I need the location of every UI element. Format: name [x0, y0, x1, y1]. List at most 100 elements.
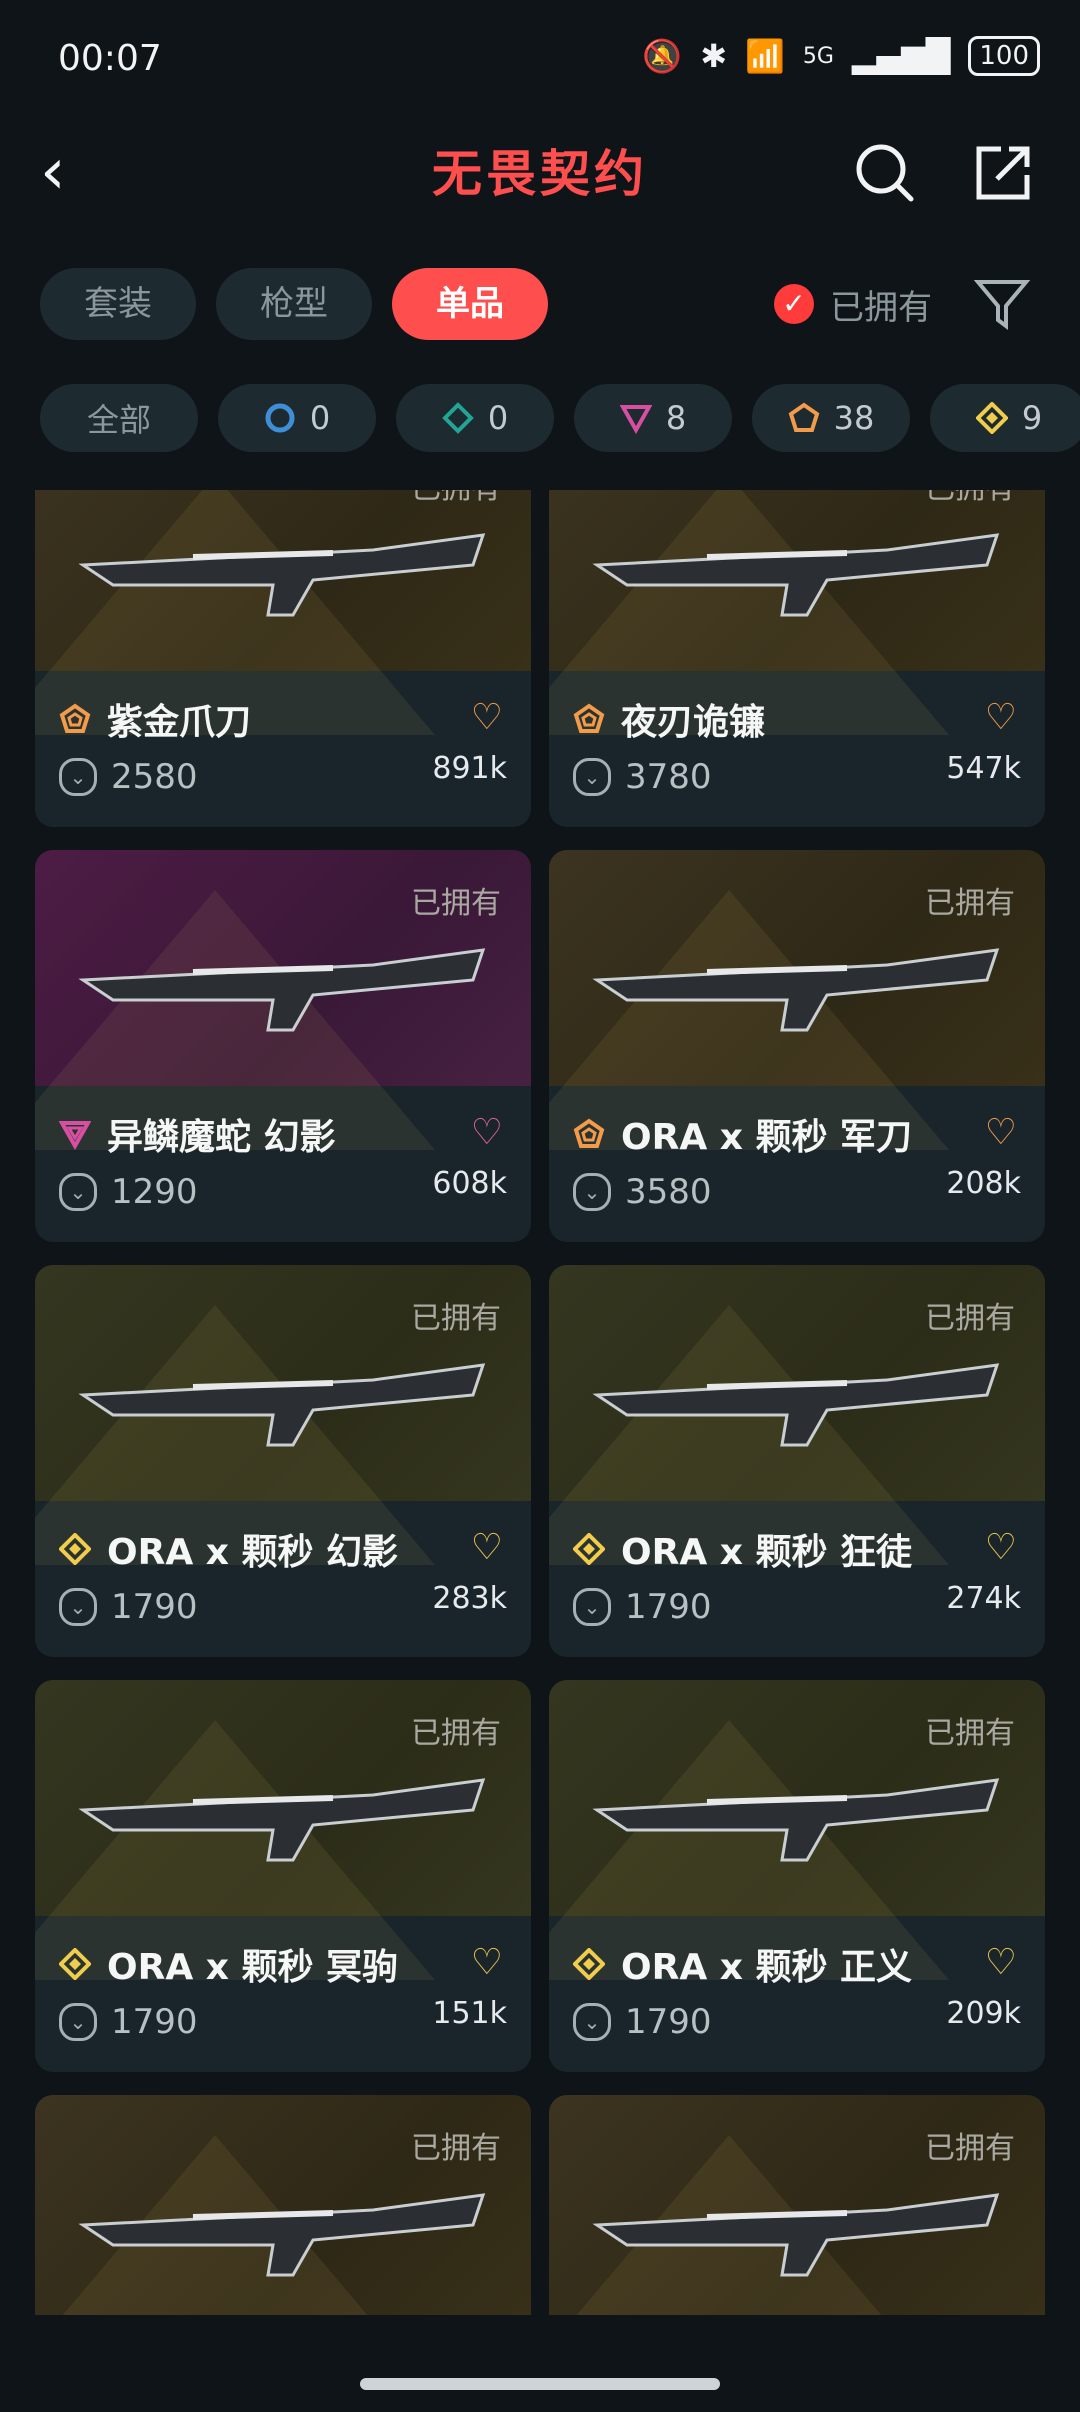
weapon-silhouette-icon [78, 533, 486, 617]
chip-deluxe[interactable]: 0 [396, 384, 554, 452]
chip-all-label: 全部 [86, 401, 151, 439]
skin-price: 1790 [111, 1587, 198, 1627]
skin-card[interactable]: 已拥有 ORA x 颗秒 狂徒 ♡ ⌄ 1790 274k [549, 1265, 1045, 1657]
skin-card[interactable]: 已拥有 ORA x 颗秒 幻影 ♡ ⌄ 1790 283k [35, 1265, 531, 1657]
price-row: ⌄ 2580 [59, 757, 198, 797]
skin-name: 夜刃诡镰 [621, 702, 766, 743]
owned-tag: 已拥有 [925, 490, 1015, 507]
chip-all[interactable]: 全部 [40, 384, 198, 452]
owned-tag: 已拥有 [411, 886, 501, 921]
select-tier-icon [265, 403, 295, 433]
vp-currency-icon: ⌄ [573, 2003, 611, 2041]
owned-tag: 已拥有 [925, 2131, 1015, 2166]
status-time: 00:07 [58, 38, 162, 79]
favorite-heart-icon[interactable]: ♡ [471, 1112, 503, 1153]
owned-tag: 已拥有 [925, 1716, 1015, 1751]
premium-tier-icon [619, 405, 652, 434]
status-bar: 00:07 🔕 ✱ 📶 5G ▂▄▆█ 100 [0, 0, 1080, 120]
weapon-silhouette-icon [78, 1363, 486, 1447]
favorite-heart-icon[interactable]: ♡ [985, 697, 1017, 738]
like-count: 151k [432, 1996, 507, 2031]
tab-bundles[interactable]: 套装 [40, 268, 196, 340]
skin-card[interactable]: 已拥有 [549, 2095, 1045, 2315]
chip-count: 9 [1021, 399, 1043, 437]
like-count: 274k [946, 1581, 1021, 1616]
search-button[interactable] [840, 128, 930, 218]
tab-items[interactable]: 单品 [392, 268, 548, 340]
price-row: ⌄ 1790 [59, 1587, 198, 1627]
skin-price: 1790 [625, 2002, 712, 2042]
share-button[interactable] [958, 128, 1048, 218]
skin-name-row: ORA x 颗秒 幻影 [59, 1523, 398, 1575]
favorite-heart-icon[interactable]: ♡ [985, 1527, 1017, 1568]
skin-image [35, 490, 531, 735]
skin-price: 1290 [111, 1172, 198, 1212]
owned-tag: 已拥有 [411, 1301, 501, 1336]
chip-ultra[interactable]: 9 [930, 384, 1080, 452]
weapon-silhouette-icon [78, 2193, 486, 2277]
chip-select[interactable]: 0 [218, 384, 376, 452]
owned-label: 已拥有 [830, 287, 932, 328]
owned-tag: 已拥有 [411, 2131, 501, 2166]
vp-currency-icon: ⌄ [59, 758, 97, 796]
skin-card[interactable]: 已拥有 ORA x 颗秒 正义 ♡ ⌄ 1790 209k [549, 1680, 1045, 2072]
home-indicator[interactable] [360, 2378, 720, 2390]
like-count: 608k [432, 1166, 507, 1201]
rarity-tier-icon [573, 1533, 605, 1565]
favorite-heart-icon[interactable]: ♡ [985, 1112, 1017, 1153]
rarity-tier-icon [59, 1948, 91, 1980]
rarity-tier-icon [573, 1118, 605, 1148]
skin-card[interactable]: 已拥有紫金爪刀 ♡ ⌄ 2580 891k [35, 490, 531, 827]
skin-price: 2580 [111, 757, 198, 797]
price-row: ⌄ 1290 [59, 1172, 198, 1212]
skin-name-row: 异鳞魔蛇 幻影 [59, 1108, 336, 1160]
price-row: ⌄ 3780 [573, 757, 712, 797]
skin-price: 3580 [625, 1172, 712, 1212]
rarity-tier-icon [59, 703, 91, 733]
vp-currency-icon: ⌄ [59, 2003, 97, 2041]
skin-name-row: ORA x 颗秒 狂徒 [573, 1523, 912, 1575]
status-icons: 🔕 ✱ 📶 5G ▂▄▆█ 100 [642, 36, 1040, 76]
skin-card[interactable]: 已拥有夜刃诡镰 ♡ ⌄ 3780 547k [549, 490, 1045, 827]
vp-currency-icon: ⌄ [573, 1173, 611, 1211]
skin-price: 1790 [625, 1587, 712, 1627]
skin-card[interactable]: 已拥有 ORA x 颗秒 冥驹 ♡ ⌄ 1790 151k [35, 1680, 531, 2072]
skin-card[interactable]: 已拥有异鳞魔蛇 幻影 ♡ ⌄ 1290 608k [35, 850, 531, 1242]
skin-name: 紫金爪刀 [107, 702, 252, 743]
rarity-filter-chips: 全部 0 0 8 38 9 [40, 384, 1080, 452]
chip-exclusive[interactable]: 38 [752, 384, 910, 452]
weapon-silhouette-icon [592, 948, 1000, 1032]
skin-name: ORA x 颗秒 冥驹 [107, 1947, 399, 1988]
vp-currency-icon: ⌄ [59, 1173, 97, 1211]
tab-weapon-types[interactable]: 枪型 [216, 268, 372, 340]
owned-toggle[interactable]: ✓ 已拥有 [774, 268, 932, 340]
weapon-silhouette-icon [78, 948, 486, 1032]
chip-premium[interactable]: 8 [574, 384, 732, 452]
like-count: 891k [432, 751, 507, 786]
vp-currency-icon: ⌄ [59, 1588, 97, 1626]
weapon-silhouette-icon [592, 1363, 1000, 1447]
bluetooth-icon: ✱ [700, 37, 728, 75]
wifi-icon: 📶 [745, 37, 785, 75]
owned-tag: 已拥有 [925, 886, 1015, 921]
network-type-label: 5G [802, 43, 834, 69]
favorite-heart-icon[interactable]: ♡ [471, 1942, 503, 1983]
favorite-heart-icon[interactable]: ♡ [985, 1942, 1017, 1983]
weapon-silhouette-icon [592, 533, 1000, 617]
skin-grid: 已拥有紫金爪刀♡⌄2580891k已拥有夜刃诡镰♡⌄3780547k已拥有异鳞魔… [0, 490, 1080, 2315]
like-count: 208k [946, 1166, 1021, 1201]
skin-name-row: 夜刃诡镰 [573, 693, 765, 745]
category-tabs: 套装 枪型 单品 [40, 268, 548, 340]
skin-card[interactable]: 已拥有 [35, 2095, 531, 2315]
skin-name-row: 紫金爪刀 [59, 693, 251, 745]
filter-button[interactable] [972, 272, 1032, 336]
favorite-heart-icon[interactable]: ♡ [471, 697, 503, 738]
ultra-tier-icon [975, 402, 1008, 434]
battery-icon: 100 [968, 36, 1040, 76]
favorite-heart-icon[interactable]: ♡ [471, 1527, 503, 1568]
skin-card[interactable]: 已拥有 ORA x 颗秒 军刀 ♡ ⌄ 3580 208k [549, 850, 1045, 1242]
skin-image [549, 490, 1045, 735]
bottom-area [0, 2315, 1080, 2412]
rarity-tier-icon [59, 1533, 91, 1565]
signal-icon: ▂▄▆█ [851, 37, 951, 75]
